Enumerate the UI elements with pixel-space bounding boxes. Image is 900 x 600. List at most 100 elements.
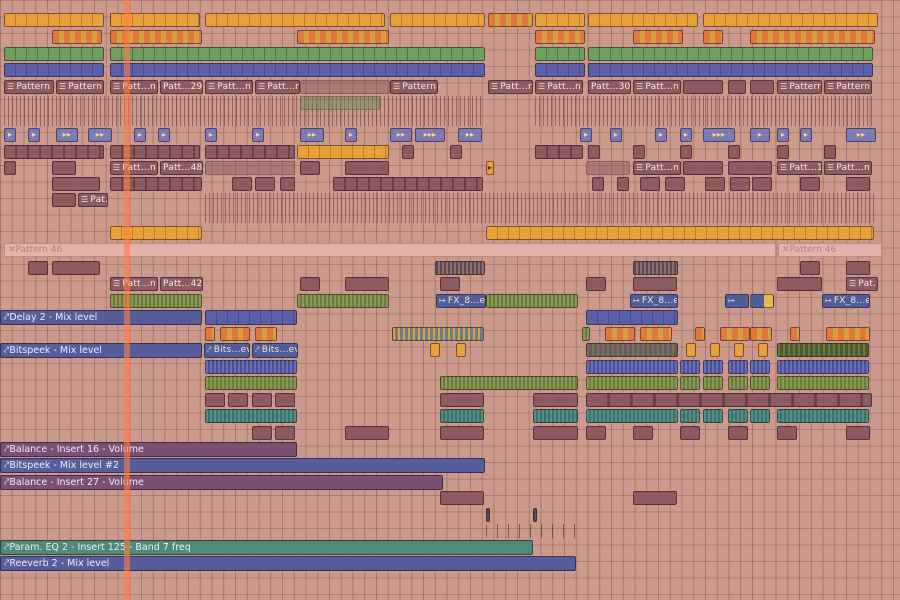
pattern-clip[interactable] — [228, 393, 248, 407]
marker-clip[interactable]: ▸ — [610, 128, 622, 142]
pattern-clip[interactable]: ☰Patt...n 48 — [110, 161, 158, 175]
pattern-clip[interactable] — [586, 426, 606, 440]
pattern-clip[interactable] — [728, 145, 740, 159]
audio-clip-row-20[interactable] — [640, 327, 672, 341]
pattern-clip[interactable] — [683, 80, 723, 94]
audio-clip-row-20[interactable] — [392, 327, 484, 341]
pattern-clip[interactable] — [450, 145, 462, 159]
pattern-clip[interactable] — [440, 491, 484, 505]
fx-clip[interactable]: ↦FX_8...er2 — [630, 294, 678, 308]
pattern-clip[interactable] — [232, 177, 252, 191]
audio-clip-row-21[interactable] — [777, 343, 869, 357]
pattern-clip[interactable] — [345, 161, 389, 175]
pattern-46-clip[interactable]: ✕Pattern 46 — [778, 243, 882, 257]
audio-clip-row-20[interactable] — [582, 327, 590, 341]
audio-clip-row-3[interactable] — [588, 47, 873, 61]
audio-clip-row-4[interactable] — [588, 63, 873, 77]
pattern-clip[interactable] — [777, 277, 822, 291]
audio-clip-row-20[interactable] — [826, 327, 870, 341]
pattern-clip[interactable] — [633, 491, 677, 505]
marker-clip[interactable]: ▸▸ — [846, 128, 876, 142]
audio-clip-row-3[interactable] — [535, 47, 585, 61]
pattern-clip[interactable] — [252, 426, 272, 440]
audio-clip-row-1[interactable] — [588, 13, 698, 27]
pattern-clip[interactable] — [800, 261, 820, 275]
marker-clip[interactable]: ▸ — [4, 128, 16, 142]
pattern-clip[interactable] — [633, 277, 677, 291]
audio-clip-row-23[interactable] — [728, 376, 748, 390]
audio-clip-row-21[interactable] — [586, 343, 678, 357]
marker-clip[interactable]: ▸ — [750, 128, 770, 142]
pattern-clip[interactable]: Patt...30 — [588, 80, 631, 94]
pattern-clip[interactable] — [728, 426, 748, 440]
audio-clip-row-25[interactable] — [777, 409, 869, 423]
audio-clip-row-22[interactable] — [750, 360, 770, 374]
pattern-clip[interactable] — [345, 426, 389, 440]
pattern-clip[interactable] — [252, 393, 272, 407]
marker-clip[interactable]: ▸ — [486, 161, 494, 175]
pattern-clip[interactable] — [205, 145, 295, 159]
pattern-clip[interactable]: ☰Patt...n 34 — [255, 80, 300, 94]
pattern-clip[interactable]: ☰Patt...13 — [777, 161, 822, 175]
pattern-clip[interactable] — [633, 426, 653, 440]
pattern-clip[interactable] — [617, 177, 629, 191]
audio-clip-row-25[interactable] — [680, 409, 700, 423]
pattern-clip[interactable] — [800, 177, 820, 191]
marker-clip[interactable]: ▸ — [345, 128, 357, 142]
pattern-clip[interactable] — [728, 161, 772, 175]
audio-clip-row-21[interactable] — [430, 343, 440, 357]
pattern-clip[interactable]: ☰Patt...n 69 — [535, 80, 583, 94]
audio-clip-row-22[interactable] — [777, 360, 869, 374]
pattern-clip[interactable] — [752, 177, 772, 191]
audio-clip-row-20[interactable] — [205, 327, 215, 341]
pattern-clip[interactable]: ☰Patt...n 69 — [488, 80, 533, 94]
audio-clip-row-20[interactable] — [255, 327, 277, 341]
pattern-clip[interactable] — [730, 177, 750, 191]
marker-clip[interactable]: ▸▸ — [458, 128, 482, 142]
audio-clip-row-4[interactable] — [110, 63, 485, 77]
pattern-clip[interactable] — [586, 393, 872, 407]
audio-clip-row-25[interactable] — [728, 409, 748, 423]
audio-clip-row-20[interactable] — [220, 327, 250, 341]
pattern-clip[interactable] — [588, 145, 600, 159]
pattern-clip[interactable]: Patt...29 — [160, 80, 203, 94]
audio-clip-row-20[interactable] — [720, 327, 750, 341]
audio-clip-row-23[interactable] — [205, 376, 297, 390]
audio-clip-row-2[interactable] — [535, 30, 585, 44]
automation-clip[interactable]: ⤤Bits...evel — [204, 343, 250, 358]
audio-clip-row-1[interactable] — [4, 13, 104, 27]
audio-clip-row-16[interactable] — [435, 261, 485, 275]
marker-clip[interactable]: ▸ — [777, 128, 789, 142]
pattern-clip[interactable] — [275, 426, 295, 440]
pattern-clip[interactable]: ☰Patt...n 30 — [205, 80, 253, 94]
pattern-clip[interactable] — [52, 161, 76, 175]
audio-clip-row-1[interactable] — [488, 13, 533, 27]
pattern-clip[interactable] — [52, 193, 76, 207]
automation-clip[interactable] — [205, 310, 297, 325]
pattern-clip[interactable] — [280, 177, 295, 191]
audio-clip-row-31[interactable] — [533, 508, 537, 522]
pattern-clip[interactable] — [300, 277, 320, 291]
audio-clip-row-22[interactable] — [728, 360, 748, 374]
pattern-clip[interactable] — [440, 426, 484, 440]
automation-clip-balance-27[interactable]: ⤤Balance - Insert 27 - Volume — [0, 475, 443, 490]
audio-clip-row-21[interactable] — [686, 343, 696, 357]
audio-clip-row-25[interactable] — [440, 409, 484, 423]
pattern-clip[interactable]: ☰Pattern 5 — [56, 80, 104, 94]
pattern-clip[interactable]: ☰Pattern 5 — [824, 80, 872, 94]
audio-clip-row-31[interactable] — [486, 508, 490, 522]
pattern-clip[interactable]: ☰Patt...n 34 — [633, 80, 681, 94]
pattern-clip[interactable] — [402, 145, 414, 159]
audio-clip-row-1[interactable] — [390, 13, 485, 27]
audio-clip-row-1[interactable] — [703, 13, 878, 27]
audio-clip-row-2[interactable] — [703, 30, 723, 44]
marker-clip[interactable]: ▸▸ — [300, 128, 324, 142]
pattern-clip[interactable] — [728, 80, 746, 94]
pattern-clip[interactable]: ☰Pattern 3 — [390, 80, 438, 94]
pattern-clip[interactable] — [440, 277, 460, 291]
pattern-clip[interactable]: Patt...48 — [160, 161, 203, 175]
pattern-clip[interactable] — [705, 177, 725, 191]
marker-clip[interactable]: ▸▸ — [88, 128, 112, 142]
marker-clip[interactable]: ▸ — [580, 128, 592, 142]
audio-clip-row-23[interactable] — [750, 376, 770, 390]
